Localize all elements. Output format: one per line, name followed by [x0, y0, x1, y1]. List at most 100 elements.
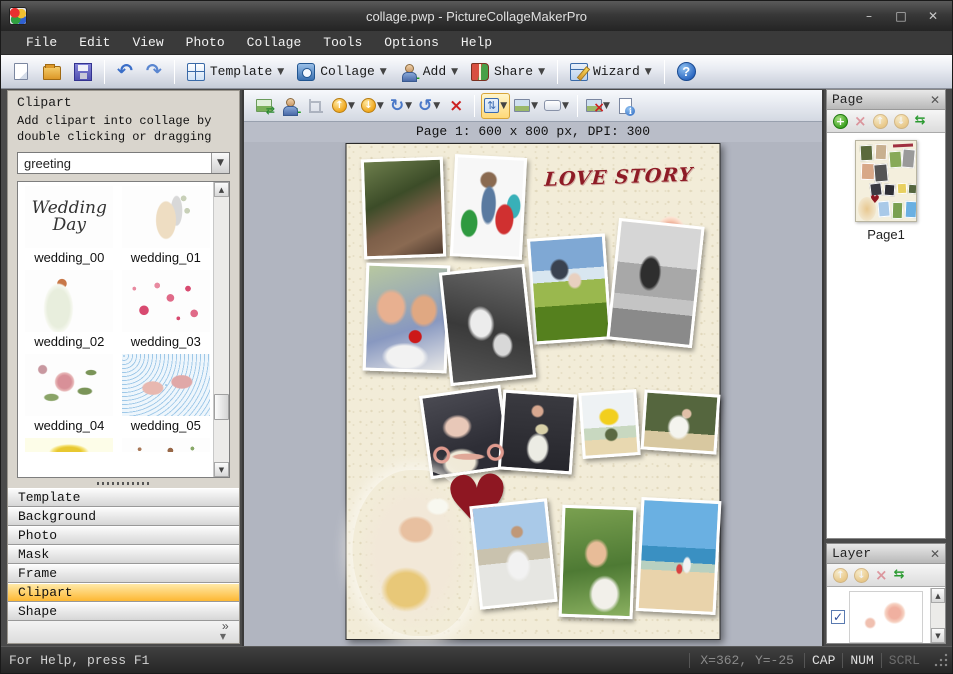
- photo-bw-laughing-bride[interactable]: [439, 264, 536, 386]
- clipart-item[interactable]: wedding_03: [121, 270, 212, 354]
- close-panel-icon[interactable]: ✕: [930, 547, 940, 561]
- dropdown-arrow-icon[interactable]: ▼: [211, 153, 229, 173]
- layer-rose-thumbnail[interactable]: [849, 591, 923, 643]
- redo-button[interactable]: ↷: [141, 58, 167, 86]
- tab-shape[interactable]: Shape: [8, 602, 239, 621]
- remove-image-button[interactable]: ▼: [584, 93, 612, 119]
- clipart-item-selected[interactable]: wedding_05: [121, 354, 212, 438]
- tab-background[interactable]: Background: [8, 507, 239, 526]
- rotate-cw-button[interactable]: ↻▼: [388, 93, 414, 119]
- clipart-thumbnail-wedding-01[interactable]: [122, 186, 210, 248]
- clipart-thumbnail-wedding-05[interactable]: [122, 354, 210, 416]
- photo-smiling-bride[interactable]: [559, 505, 637, 620]
- clipart-item[interactable]: wedding_01: [121, 186, 212, 270]
- collage-page[interactable]: LOVE STORY ♥: [346, 143, 721, 640]
- photo-smiling-couple[interactable]: [363, 263, 451, 374]
- tab-mask[interactable]: Mask: [8, 545, 239, 564]
- bring-forward-button[interactable]: ↑▼: [330, 93, 357, 119]
- layer-up-icon[interactable]: ↑: [833, 568, 848, 583]
- template-button[interactable]: Template ▼: [182, 58, 289, 86]
- clipart-item[interactable]: Wedding Day wedding_00: [24, 186, 115, 270]
- photo-shopping-couple[interactable]: [450, 154, 527, 260]
- undo-button[interactable]: ↶: [112, 58, 138, 86]
- clipart-thumbnail-wedding-00[interactable]: Wedding Day: [25, 186, 113, 248]
- page1-thumbnail[interactable]: ♥: [855, 140, 917, 222]
- delete-page-icon[interactable]: ×: [854, 114, 867, 128]
- tab-photo[interactable]: Photo: [8, 526, 239, 545]
- wizard-button[interactable]: Wizard ▼: [565, 58, 657, 86]
- menu-photo[interactable]: Photo: [175, 31, 236, 54]
- scroll-down-icon[interactable]: ▼: [931, 628, 945, 643]
- layer-down-icon[interactable]: ↓: [854, 568, 869, 583]
- scroll-down-icon[interactable]: ▼: [214, 462, 229, 477]
- properties-button[interactable]: [614, 93, 638, 119]
- fit-photo-button[interactable]: ▼: [512, 93, 540, 119]
- share-button[interactable]: Share ▼: [466, 58, 550, 86]
- collage-button[interactable]: Collage ▼: [292, 58, 392, 86]
- layer-scrollbar[interactable]: ▲ ▼: [930, 588, 945, 643]
- resize-grip[interactable]: [933, 652, 949, 668]
- clipart-item-partial[interactable]: [121, 438, 212, 477]
- scrollbar-thumb[interactable]: [214, 394, 229, 420]
- menu-edit[interactable]: Edit: [68, 31, 121, 54]
- clipart-category-dropdown[interactable]: greeting ▼: [17, 152, 230, 174]
- clipart-thumbnail-partial[interactable]: [122, 438, 210, 452]
- scroll-up-icon[interactable]: ▲: [214, 182, 229, 197]
- menu-help[interactable]: Help: [450, 31, 503, 54]
- save-button[interactable]: [69, 58, 97, 86]
- photo-kissing-couple[interactable]: [361, 157, 446, 260]
- add-button[interactable]: + Add ▼: [395, 58, 463, 86]
- clipart-thumbnail-wedding-03[interactable]: [122, 270, 210, 332]
- delete-layer-icon[interactable]: ×: [875, 568, 888, 582]
- layer-visibility-checkbox[interactable]: ✓: [831, 610, 845, 624]
- send-backward-button[interactable]: ↓▼: [359, 93, 386, 119]
- clipart-item[interactable]: wedding_04: [24, 354, 115, 438]
- maximize-button[interactable]: □: [890, 8, 912, 24]
- scroll-up-icon[interactable]: ▲: [931, 588, 945, 603]
- clipart-item-partial[interactable]: [24, 438, 115, 477]
- more-tabs-button[interactable]: »: [222, 622, 229, 632]
- menu-view[interactable]: View: [121, 31, 174, 54]
- swap-photo-button[interactable]: [252, 93, 276, 119]
- clipart-item[interactable]: wedding_02: [24, 270, 115, 354]
- photo-man-yellow-shirt[interactable]: [578, 389, 640, 459]
- resize-button[interactable]: ▼: [542, 93, 571, 119]
- new-button[interactable]: [7, 58, 35, 86]
- page-up-icon[interactable]: ↑: [873, 114, 888, 129]
- align-center-button-active[interactable]: ⇅▼: [481, 93, 510, 119]
- menu-tools[interactable]: Tools: [312, 31, 373, 54]
- add-page-icon[interactable]: +: [833, 114, 848, 129]
- refresh-pages-icon[interactable]: ⇆: [915, 114, 926, 128]
- close-panel-icon[interactable]: ✕: [930, 93, 940, 107]
- photo-beach-bride[interactable]: [640, 389, 720, 454]
- page-list-item[interactable]: ♥ Page1: [827, 134, 945, 242]
- page-down-icon[interactable]: ↓: [894, 114, 909, 129]
- tab-clipart-active[interactable]: Clipart: [8, 583, 239, 602]
- clipart-thumbnail-partial[interactable]: [25, 438, 113, 452]
- clipart-thumbnail-wedding-02[interactable]: [25, 270, 113, 332]
- rotate-ccw-button[interactable]: ↺▼: [416, 93, 442, 119]
- tab-template[interactable]: Template: [8, 488, 239, 507]
- menu-file[interactable]: File: [15, 31, 68, 54]
- canvas-viewport[interactable]: LOVE STORY ♥: [244, 142, 822, 646]
- refresh-layers-icon[interactable]: ⇆: [894, 568, 905, 582]
- open-button[interactable]: [38, 58, 66, 86]
- photo-couple-in-grass[interactable]: [527, 233, 612, 344]
- tab-frame[interactable]: Frame: [8, 564, 239, 583]
- clipart-scrollbar[interactable]: ▲ ▼: [213, 182, 229, 477]
- photo-beach-couple-walking[interactable]: [636, 497, 722, 615]
- photo-bw-beach[interactable]: [606, 218, 704, 348]
- panel-splitter[interactable]: [8, 478, 239, 488]
- delete-object-button[interactable]: ×: [444, 93, 468, 119]
- layer-list-item[interactable]: ✓: [827, 588, 945, 643]
- menu-collage[interactable]: Collage: [236, 31, 313, 54]
- crop-button-disabled[interactable]: [304, 93, 328, 119]
- help-button[interactable]: ?: [672, 58, 701, 86]
- clipart-thumbnail-wedding-04[interactable]: [25, 354, 113, 416]
- add-photo-button[interactable]: +: [278, 93, 302, 119]
- collage-title-text[interactable]: LOVE STORY: [544, 163, 710, 191]
- minimize-button[interactable]: –: [858, 8, 880, 24]
- photo-beach-kiss[interactable]: [469, 498, 557, 610]
- menu-options[interactable]: Options: [373, 31, 450, 54]
- close-button[interactable]: ✕: [922, 8, 944, 24]
